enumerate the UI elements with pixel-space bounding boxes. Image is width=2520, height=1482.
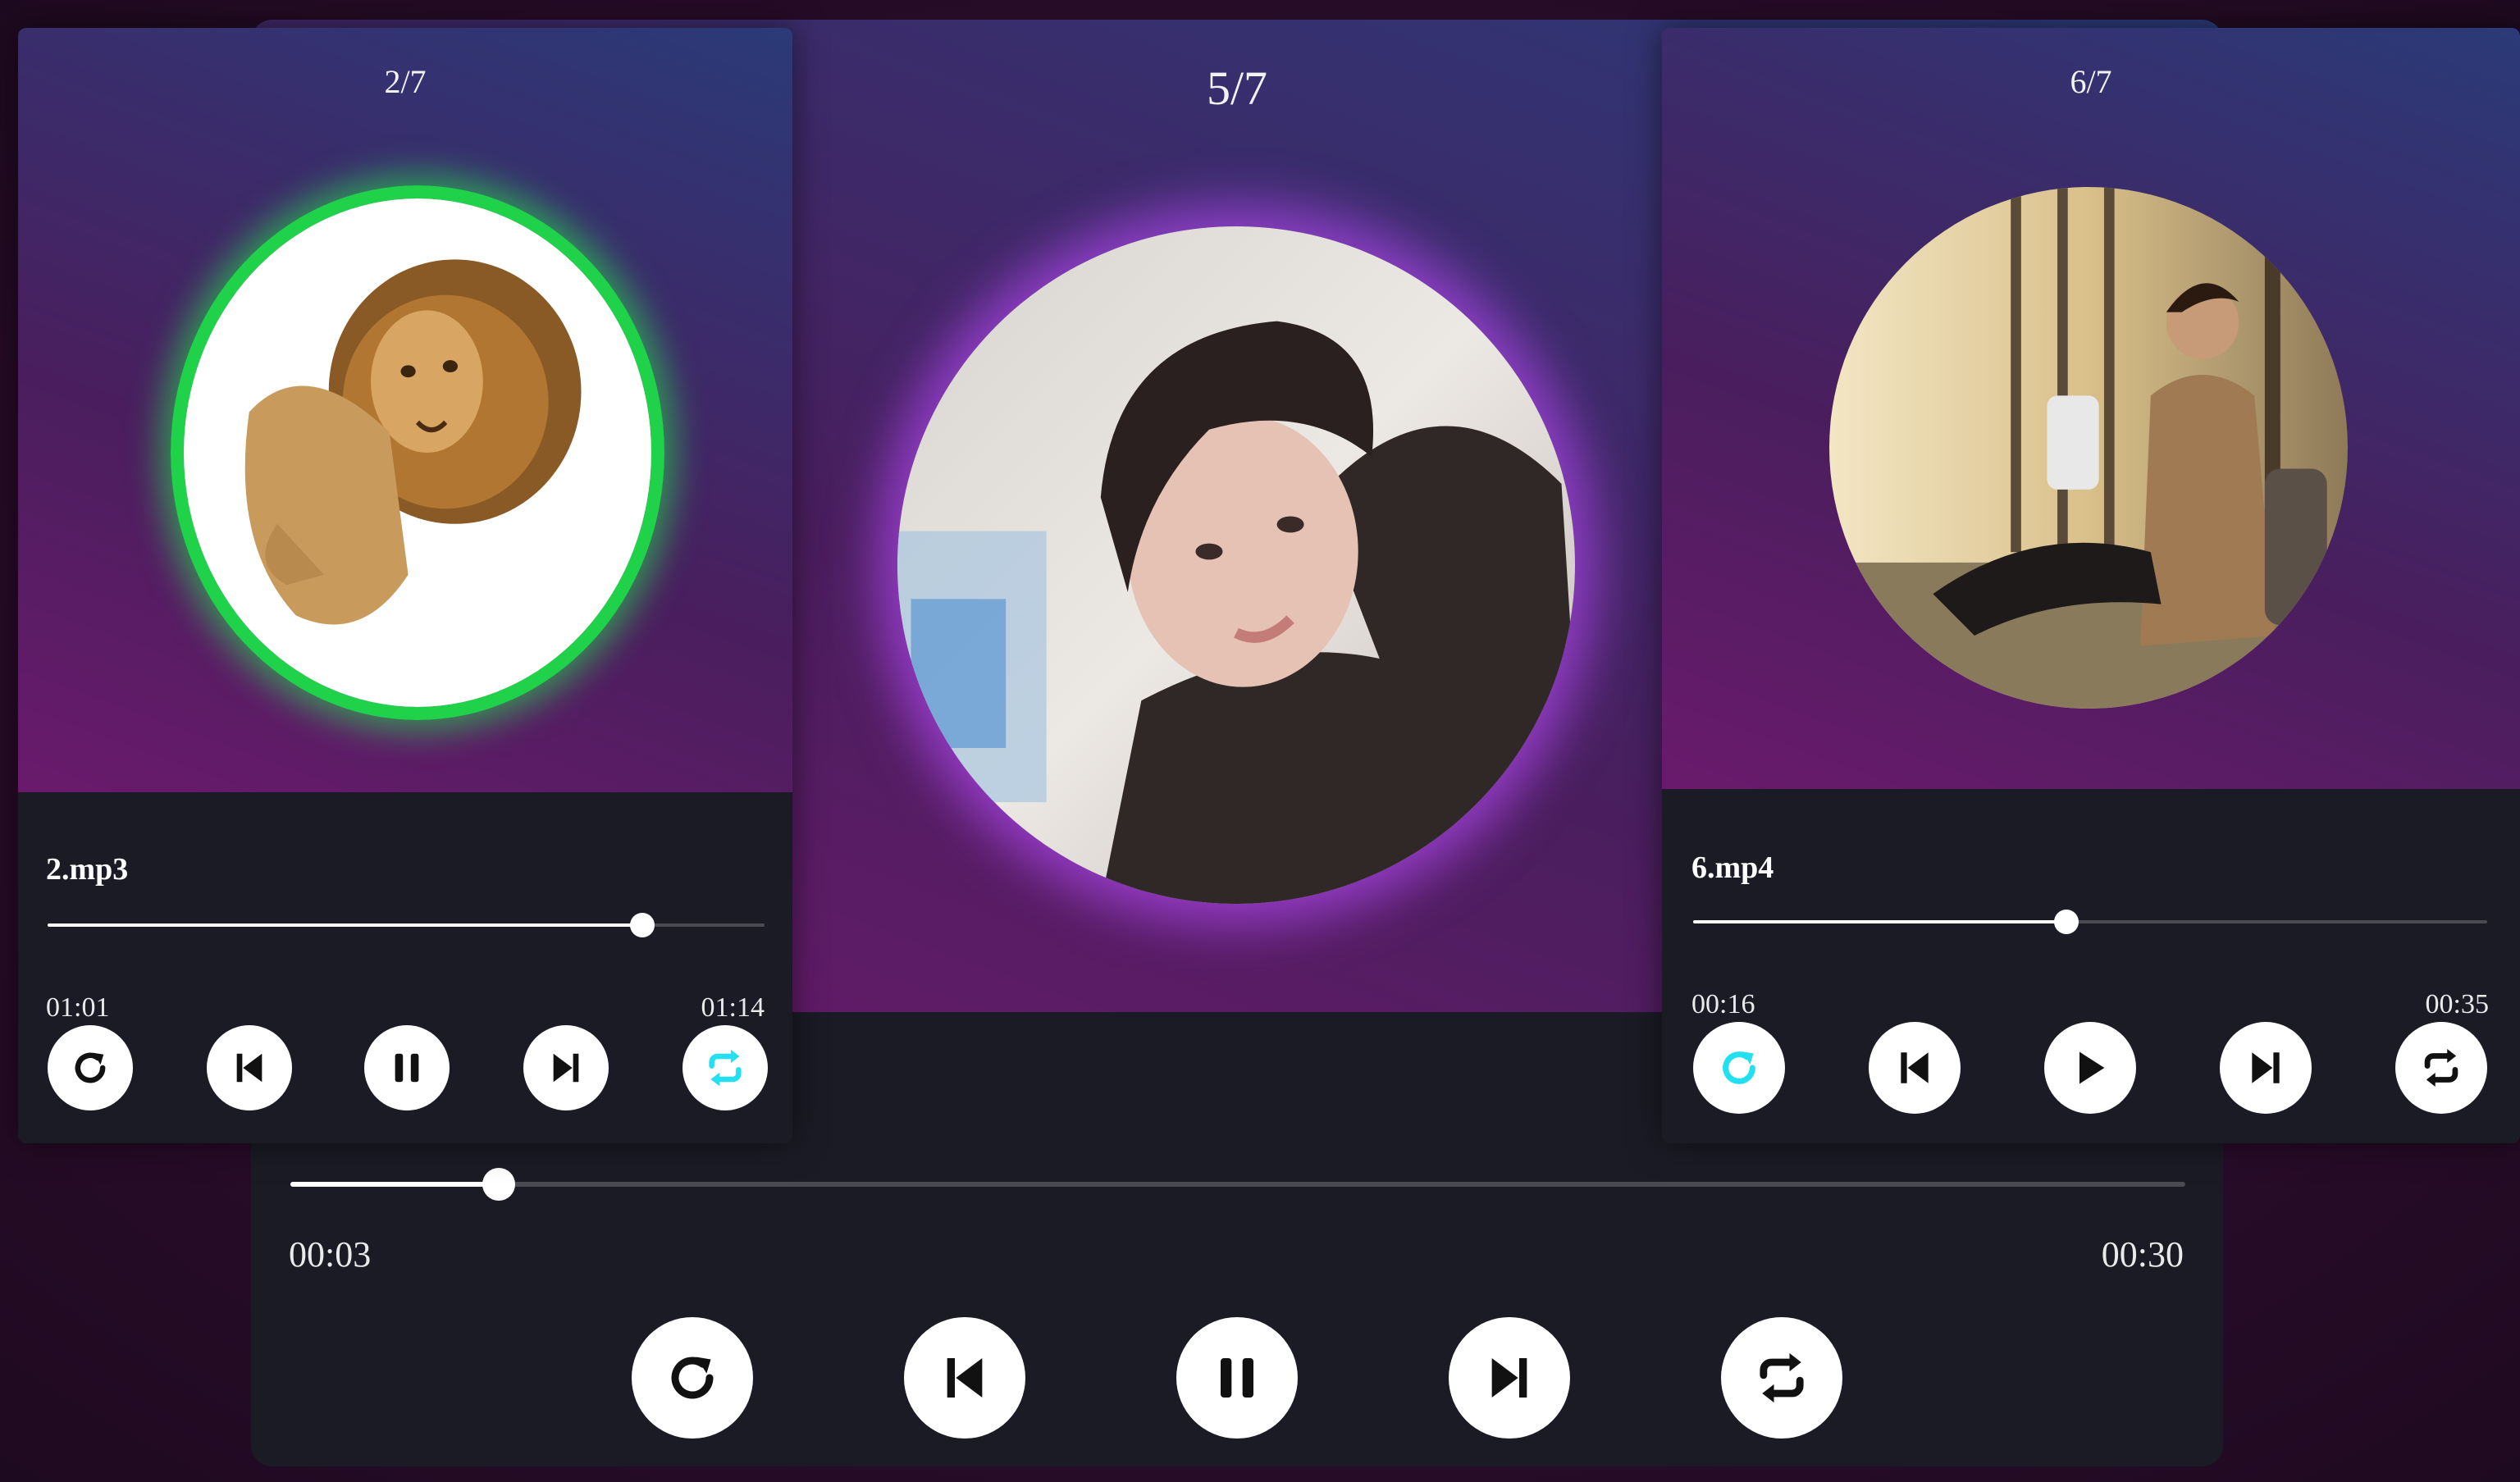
main-elapsed-time: 00:03: [289, 1234, 372, 1275]
left-song-title: 2.mp3: [46, 852, 129, 887]
portrait-photo-icon: [897, 226, 1575, 904]
left-previous-button[interactable]: [207, 1025, 292, 1110]
right-play-button[interactable]: [2044, 1022, 2136, 1114]
previous-icon: [236, 1053, 262, 1083]
left-progress-fill: [48, 923, 643, 927]
main-previous-button[interactable]: [904, 1317, 1025, 1439]
left-total-time: 01:14: [701, 992, 765, 1023]
main-total-time: 00:30: [2101, 1234, 2184, 1275]
next-icon: [2252, 1052, 2280, 1083]
left-progress-slider[interactable]: [48, 913, 765, 937]
left-album-art: [171, 185, 664, 720]
lion-photo-icon: [184, 198, 651, 707]
previous-icon: [947, 1358, 983, 1398]
pause-icon: [395, 1053, 419, 1083]
main-pause-button[interactable]: [1176, 1317, 1298, 1439]
right-total-time: 00:35: [2425, 989, 2489, 1019]
repeat-one-icon: [671, 1357, 714, 1399]
main-repeat-button[interactable]: [1721, 1317, 1842, 1439]
next-icon: [1491, 1358, 1527, 1398]
right-album-art: [1829, 187, 2348, 709]
left-pause-button[interactable]: [364, 1025, 450, 1110]
right-progress-slider[interactable]: [1693, 910, 2487, 934]
repeat-one-icon: [75, 1052, 106, 1083]
right-progress-fill: [1693, 920, 2066, 923]
pause-icon: [1221, 1358, 1253, 1398]
main-progress-fill: [290, 1182, 500, 1187]
left-next-button[interactable]: [523, 1025, 609, 1110]
repeat-icon: [2424, 1049, 2458, 1087]
right-player-card: 6/7 6.mp4 00:16 00:35: [1662, 28, 2520, 1143]
play-icon: [2079, 1051, 2105, 1084]
main-repeat-one-button[interactable]: [632, 1317, 753, 1439]
stage: 5/7 00:03 00:30 2/7 2.mp3 01:01 01:14 6/…: [0, 0, 2520, 1482]
right-progress-thumb[interactable]: [2053, 910, 2079, 934]
right-song-title: 6.mp4: [1691, 850, 1774, 885]
right-repeat-one-button[interactable]: [1693, 1022, 1785, 1114]
main-progress-slider[interactable]: [290, 1168, 2185, 1201]
repeat-icon: [1760, 1352, 1804, 1403]
left-repeat-button[interactable]: [682, 1025, 768, 1110]
repeat-icon-active: [709, 1049, 742, 1087]
left-player-artwork-area: 2/7: [18, 28, 792, 792]
previous-icon: [1901, 1052, 1929, 1083]
right-repeat-button[interactable]: [2395, 1022, 2487, 1114]
main-next-button[interactable]: [1449, 1317, 1570, 1439]
right-elapsed-time: 00:16: [1691, 989, 1755, 1019]
right-track-counter: 6/7: [2070, 63, 2112, 100]
repeat-one-icon-active: [1723, 1051, 1755, 1084]
left-player-card: 2/7 2.mp3 01:01 01:14: [18, 28, 792, 1143]
right-player-artwork-area: 6/7: [1662, 28, 2520, 789]
right-next-button[interactable]: [2220, 1022, 2312, 1114]
left-repeat-one-button[interactable]: [48, 1025, 133, 1110]
main-progress-thumb[interactable]: [482, 1168, 516, 1201]
left-track-counter: 2/7: [384, 63, 427, 100]
man-with-phone-photo-icon: [1829, 187, 2348, 709]
next-icon: [553, 1053, 579, 1083]
left-elapsed-time: 01:01: [46, 992, 110, 1023]
right-previous-button[interactable]: [1869, 1022, 1961, 1114]
main-album-art: [897, 226, 1575, 904]
